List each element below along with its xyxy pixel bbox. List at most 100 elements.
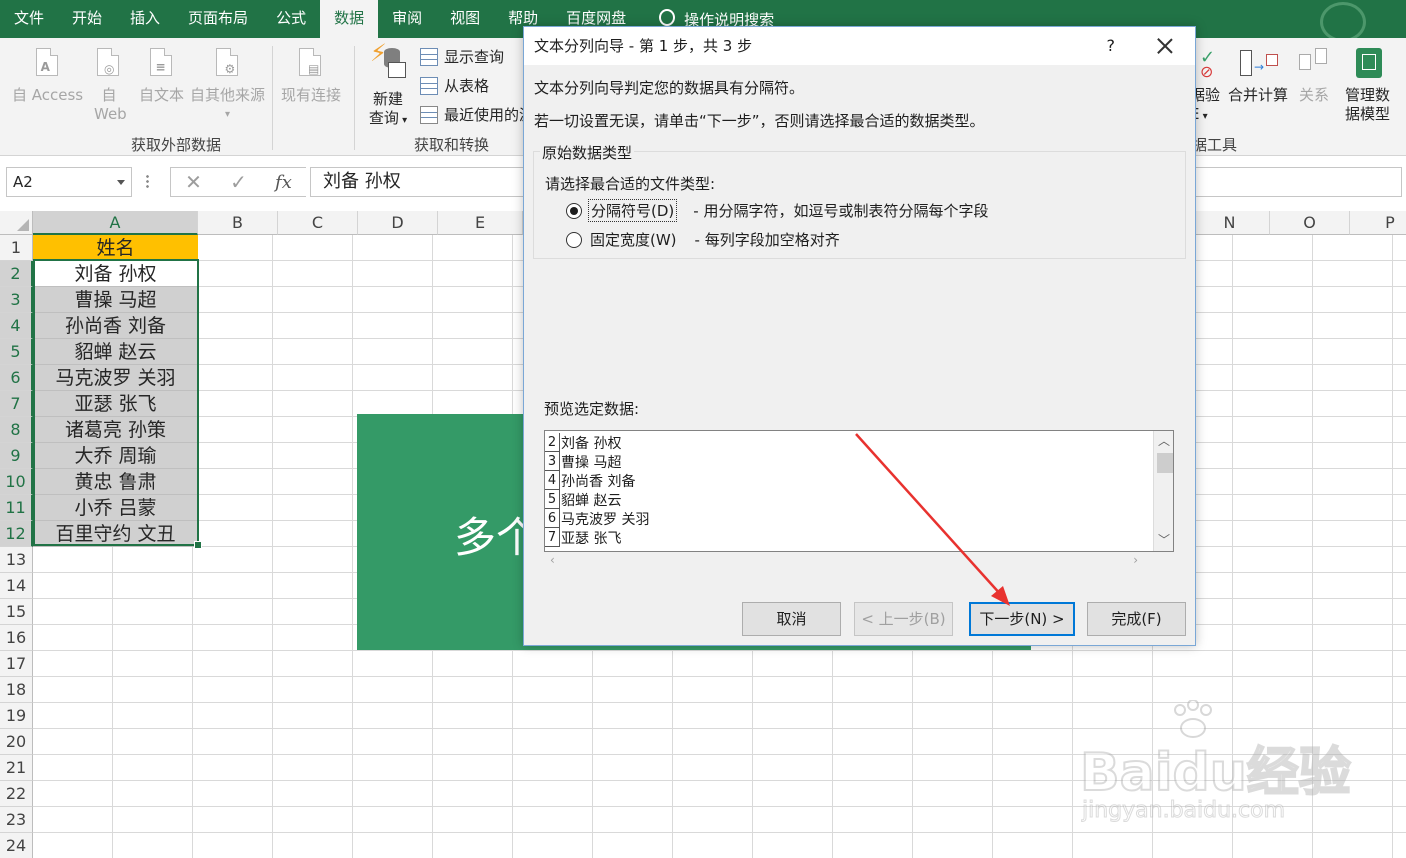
- column-header-d[interactable]: D: [358, 211, 438, 235]
- row-header[interactable]: 8: [0, 417, 33, 443]
- row-header[interactable]: 3: [0, 287, 33, 313]
- manage-data-model-button[interactable]: 管理数 据模型: [1345, 48, 1390, 124]
- relationships-button[interactable]: 关系: [1299, 48, 1329, 105]
- tab-file[interactable]: 文件: [0, 0, 58, 38]
- preview-row-number: 5: [545, 490, 560, 509]
- chevron-left-icon[interactable]: ‹: [550, 553, 555, 567]
- tab-insert[interactable]: 插入: [116, 0, 174, 38]
- from-access-button[interactable]: A 自 Access: [12, 48, 83, 105]
- cancel-button[interactable]: 取消: [742, 602, 841, 636]
- select-all-corner[interactable]: [0, 211, 33, 235]
- from-table-button[interactable]: 从表格: [420, 75, 489, 96]
- radio-delimited-label[interactable]: 分隔符号(D): [588, 199, 678, 222]
- from-web-button[interactable]: ◎ 自 Web: [94, 48, 127, 124]
- row-header[interactable]: 17: [0, 651, 33, 677]
- table-cell[interactable]: 刘备 孙权: [33, 261, 198, 287]
- row-header[interactable]: 15: [0, 599, 33, 625]
- radio-fixed-label[interactable]: 固定宽度(W): [588, 229, 679, 250]
- row-header[interactable]: 7: [0, 391, 33, 417]
- table-cell[interactable]: 黄忠 鲁肃: [33, 469, 198, 495]
- scroll-thumb[interactable]: [1157, 453, 1173, 473]
- close-icon[interactable]: [1157, 38, 1173, 54]
- table-cell[interactable]: 亚瑟 张飞: [33, 391, 198, 417]
- column-header-c[interactable]: C: [278, 211, 358, 235]
- table-cell[interactable]: 貂蝉 赵云: [33, 339, 198, 365]
- row-header[interactable]: 1: [0, 235, 33, 261]
- column-header-e[interactable]: E: [438, 211, 523, 235]
- preview-label: 预览选定数据:: [544, 400, 640, 418]
- chevron-down-icon[interactable]: [117, 180, 125, 185]
- radio-delimited[interactable]: [566, 202, 582, 219]
- row-header[interactable]: 9: [0, 443, 33, 469]
- row-header[interactable]: 14: [0, 573, 33, 599]
- from-access-label: 自 Access: [12, 86, 84, 104]
- table-cell[interactable]: 曹操 马超: [33, 287, 198, 313]
- drag-handle-icon[interactable]: [146, 174, 149, 190]
- chevron-down-icon[interactable]: ﹀: [1158, 531, 1170, 548]
- enter-check-icon[interactable]: ✓: [230, 170, 247, 194]
- row-header[interactable]: 10: [0, 469, 33, 495]
- consolidate-button[interactable]: → 合并计算: [1228, 48, 1288, 105]
- column-header-a[interactable]: A: [33, 211, 198, 235]
- row-header[interactable]: 12: [0, 521, 33, 547]
- excel-window: 文件 开始 插入 页面布局 公式 数据 审阅 视图 帮助 百度网盘 操作说明搜索…: [0, 0, 1406, 858]
- row-header[interactable]: 24: [0, 833, 33, 858]
- row-header[interactable]: 6: [0, 365, 33, 391]
- insert-function-icon[interactable]: fx: [275, 172, 292, 193]
- access-icon: A: [33, 48, 63, 80]
- from-text-button[interactable]: ≡ 自文本: [139, 48, 184, 105]
- row-header[interactable]: 13: [0, 547, 33, 573]
- row-header[interactable]: 23: [0, 807, 33, 833]
- row-header[interactable]: 4: [0, 313, 33, 339]
- row-header[interactable]: 19: [0, 703, 33, 729]
- row-header[interactable]: 18: [0, 677, 33, 703]
- chevron-up-icon[interactable]: ︿: [1158, 432, 1170, 449]
- row-header[interactable]: 22: [0, 781, 33, 807]
- row-header[interactable]: 5: [0, 339, 33, 365]
- radio-fixed-width[interactable]: [566, 231, 582, 248]
- show-queries-button[interactable]: 显示查询: [420, 46, 504, 67]
- chevron-right-icon[interactable]: ›: [1133, 553, 1138, 567]
- header-cell[interactable]: 姓名: [33, 235, 198, 261]
- data-preview[interactable]: 2 刘备 孙权 3 曹操 马超 4 孙尚香 刘备 5 貂蝉 赵云 6 马克波罗 关羽 7 亚瑟 张飞 …: [544, 430, 1174, 552]
- column-header-n[interactable]: N: [1190, 211, 1270, 235]
- column-header-p[interactable]: P: [1350, 211, 1406, 235]
- cancel-icon[interactable]: ✕: [185, 170, 202, 194]
- divider: [272, 46, 273, 150]
- table-cell[interactable]: 小乔 吕蒙: [33, 495, 198, 521]
- back-button[interactable]: < 上一步(B): [854, 602, 953, 636]
- preview-row-number: 2: [545, 433, 560, 452]
- existing-conn-label: 现有连接: [281, 86, 342, 104]
- column-header-o[interactable]: O: [1270, 211, 1350, 235]
- new-query-button[interactable]: ⚡ 新建 查询 ▾: [368, 41, 408, 130]
- tab-review[interactable]: 审阅: [378, 0, 436, 38]
- finish-button[interactable]: 完成(F): [1087, 602, 1186, 636]
- from-other-sources-button[interactable]: ⚙ 自其他来源 ▾: [190, 48, 265, 124]
- radio-delimited-row[interactable]: 分隔符号(D) - 用分隔字符，如逗号或制表符分隔每个字段: [566, 199, 988, 222]
- row-header[interactable]: 20: [0, 729, 33, 755]
- preview-vertical-scrollbar[interactable]: ︿ ﹀: [1153, 431, 1173, 551]
- column-header-b[interactable]: B: [198, 211, 278, 235]
- recent-sources-button[interactable]: 最近使用的源: [420, 104, 534, 125]
- next-button[interactable]: 下一步(N) >: [969, 602, 1075, 636]
- row-header[interactable]: 2: [0, 261, 33, 287]
- table-cell[interactable]: 马克波罗 关羽: [33, 365, 198, 391]
- radio-fixed-row[interactable]: 固定宽度(W) - 每列字段加空格对齐: [566, 229, 840, 250]
- divider: [354, 46, 355, 150]
- row-header[interactable]: 16: [0, 625, 33, 651]
- row-header[interactable]: 21: [0, 755, 33, 781]
- table-cell[interactable]: 大乔 周瑜: [33, 443, 198, 469]
- tab-view[interactable]: 视图: [436, 0, 494, 38]
- table-cell[interactable]: 孙尚香 刘备: [33, 313, 198, 339]
- existing-connections-button[interactable]: ▤ 现有连接: [281, 48, 341, 105]
- row-header[interactable]: 11: [0, 495, 33, 521]
- preview-horizontal-scrollbar[interactable]: ‹ ›: [544, 553, 1154, 571]
- tab-formulas[interactable]: 公式: [262, 0, 320, 38]
- table-cell[interactable]: 百里守约 文丑: [33, 521, 198, 547]
- table-cell[interactable]: 诸葛亮 孙策: [33, 417, 198, 443]
- name-box[interactable]: A2: [6, 167, 132, 197]
- tab-page-layout[interactable]: 页面布局: [174, 0, 262, 38]
- tab-home[interactable]: 开始: [58, 0, 116, 38]
- help-icon[interactable]: ?: [1107, 27, 1116, 65]
- tab-data[interactable]: 数据: [320, 0, 379, 38]
